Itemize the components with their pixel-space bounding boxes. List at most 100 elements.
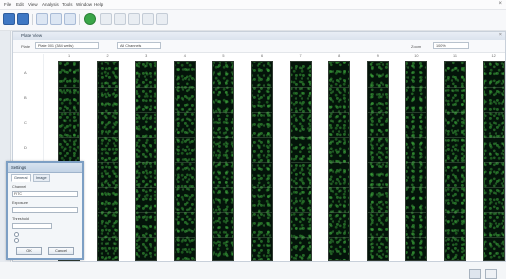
threshold-field[interactable]	[12, 223, 52, 229]
cell-image	[252, 62, 272, 260]
column-header: 8	[338, 54, 341, 58]
well-column[interactable]	[289, 61, 312, 261]
option-radio[interactable]	[14, 232, 19, 237]
exposure-field[interactable]	[12, 207, 78, 213]
channel-select[interactable]: FITC	[12, 191, 78, 197]
run-icon[interactable]	[84, 13, 96, 25]
well-divider	[174, 162, 195, 163]
well-divider	[97, 87, 118, 88]
menu-view[interactable]: View	[28, 2, 38, 7]
well-divider	[213, 187, 234, 188]
dialog-title: Settings	[11, 165, 27, 170]
column-header: 10	[414, 54, 419, 58]
column-header: 5	[222, 54, 225, 58]
grid-icon[interactable]	[142, 13, 154, 25]
menu-file[interactable]: File	[4, 2, 11, 7]
well-divider	[329, 187, 350, 188]
well-divider	[367, 112, 388, 113]
cell-image	[367, 62, 388, 260]
menu-bar: File Edit View Analysis Tools Window Hel…	[0, 0, 506, 10]
well-divider	[136, 237, 157, 238]
toolbar-divider	[79, 14, 80, 25]
well-divider	[483, 112, 504, 113]
plate-label: Plate	[21, 44, 31, 49]
tab-plate-view[interactable]: Plate View	[21, 33, 42, 38]
menu-help[interactable]: Help	[94, 2, 103, 7]
menu-analysis[interactable]: Analysis	[42, 2, 59, 7]
well-divider	[290, 212, 311, 213]
well-divider	[329, 112, 350, 113]
well-divider	[367, 137, 388, 138]
column-header: 9	[376, 54, 379, 58]
toolbar	[0, 10, 506, 31]
well-divider	[483, 212, 504, 213]
ok-button[interactable]: OK	[16, 247, 42, 255]
tab-general[interactable]: General	[11, 174, 31, 182]
well-column[interactable]	[212, 61, 235, 261]
plate-select[interactable]: Plate 001 (384 wells)	[35, 42, 99, 49]
menu-tools[interactable]: Tools	[62, 2, 73, 7]
well-column[interactable]	[405, 61, 428, 261]
new-plate-icon[interactable]	[3, 13, 15, 25]
well-divider	[213, 137, 234, 138]
panel-close-icon[interactable]: ×	[499, 32, 502, 38]
save-icon[interactable]	[36, 13, 48, 25]
well-divider	[136, 137, 157, 138]
well-divider	[252, 237, 272, 238]
well-divider	[174, 212, 195, 213]
zoom-out-icon[interactable]	[114, 13, 126, 25]
well-divider	[97, 137, 118, 138]
zoom-select[interactable]: 100%	[433, 42, 469, 49]
well-divider	[136, 112, 157, 113]
well-divider	[483, 187, 504, 188]
well-divider	[174, 237, 195, 238]
well-divider	[483, 137, 504, 138]
fullscreen-icon[interactable]	[485, 269, 497, 279]
row-label: A	[24, 70, 27, 75]
tab-image[interactable]: Image	[33, 174, 50, 182]
well-divider	[406, 162, 427, 163]
well-column[interactable]	[366, 61, 389, 261]
well-divider	[136, 212, 157, 213]
open-icon[interactable]	[17, 13, 29, 25]
print-icon[interactable]	[64, 13, 76, 25]
column-header: 2	[106, 54, 109, 58]
zoom-in-icon[interactable]	[100, 13, 112, 25]
menu-edit[interactable]: Edit	[16, 2, 24, 7]
well-divider	[174, 137, 195, 138]
channel-select[interactable]: All Channels	[117, 42, 161, 49]
menu-window[interactable]: Window	[76, 2, 92, 7]
option-radio[interactable]	[14, 238, 19, 243]
well-divider	[252, 162, 272, 163]
well-divider	[406, 112, 427, 113]
well-column[interactable]	[482, 61, 505, 261]
well-divider	[290, 112, 311, 113]
well-column[interactable]	[135, 61, 158, 261]
well-column[interactable]	[444, 61, 466, 261]
well-divider	[367, 87, 388, 88]
well-divider	[174, 112, 195, 113]
well-divider	[329, 87, 350, 88]
cell-image	[445, 62, 465, 260]
well-divider	[483, 87, 504, 88]
well-column[interactable]	[328, 61, 351, 261]
well-column[interactable]	[96, 61, 119, 261]
well-column[interactable]	[251, 61, 273, 261]
well-divider	[483, 162, 504, 163]
dialog-titlebar[interactable]: Settings	[8, 163, 82, 173]
close-icon[interactable]: ×	[498, 1, 502, 7]
settings-dialog: Settings General Image Channel FITC Expo…	[6, 161, 84, 260]
exposure-label: Exposure	[12, 201, 29, 205]
channel-label: Channel	[12, 185, 27, 189]
fit-icon[interactable]	[128, 13, 140, 25]
settings-icon[interactable]	[156, 13, 168, 25]
well-divider	[290, 187, 311, 188]
export-icon[interactable]	[50, 13, 62, 25]
cancel-button[interactable]: Cancel	[48, 247, 74, 255]
well-divider	[136, 87, 157, 88]
well-divider	[174, 87, 195, 88]
snapshot-icon[interactable]	[469, 269, 481, 279]
well-divider	[252, 87, 272, 88]
well-column[interactable]	[173, 61, 196, 261]
cell-image	[136, 62, 157, 260]
